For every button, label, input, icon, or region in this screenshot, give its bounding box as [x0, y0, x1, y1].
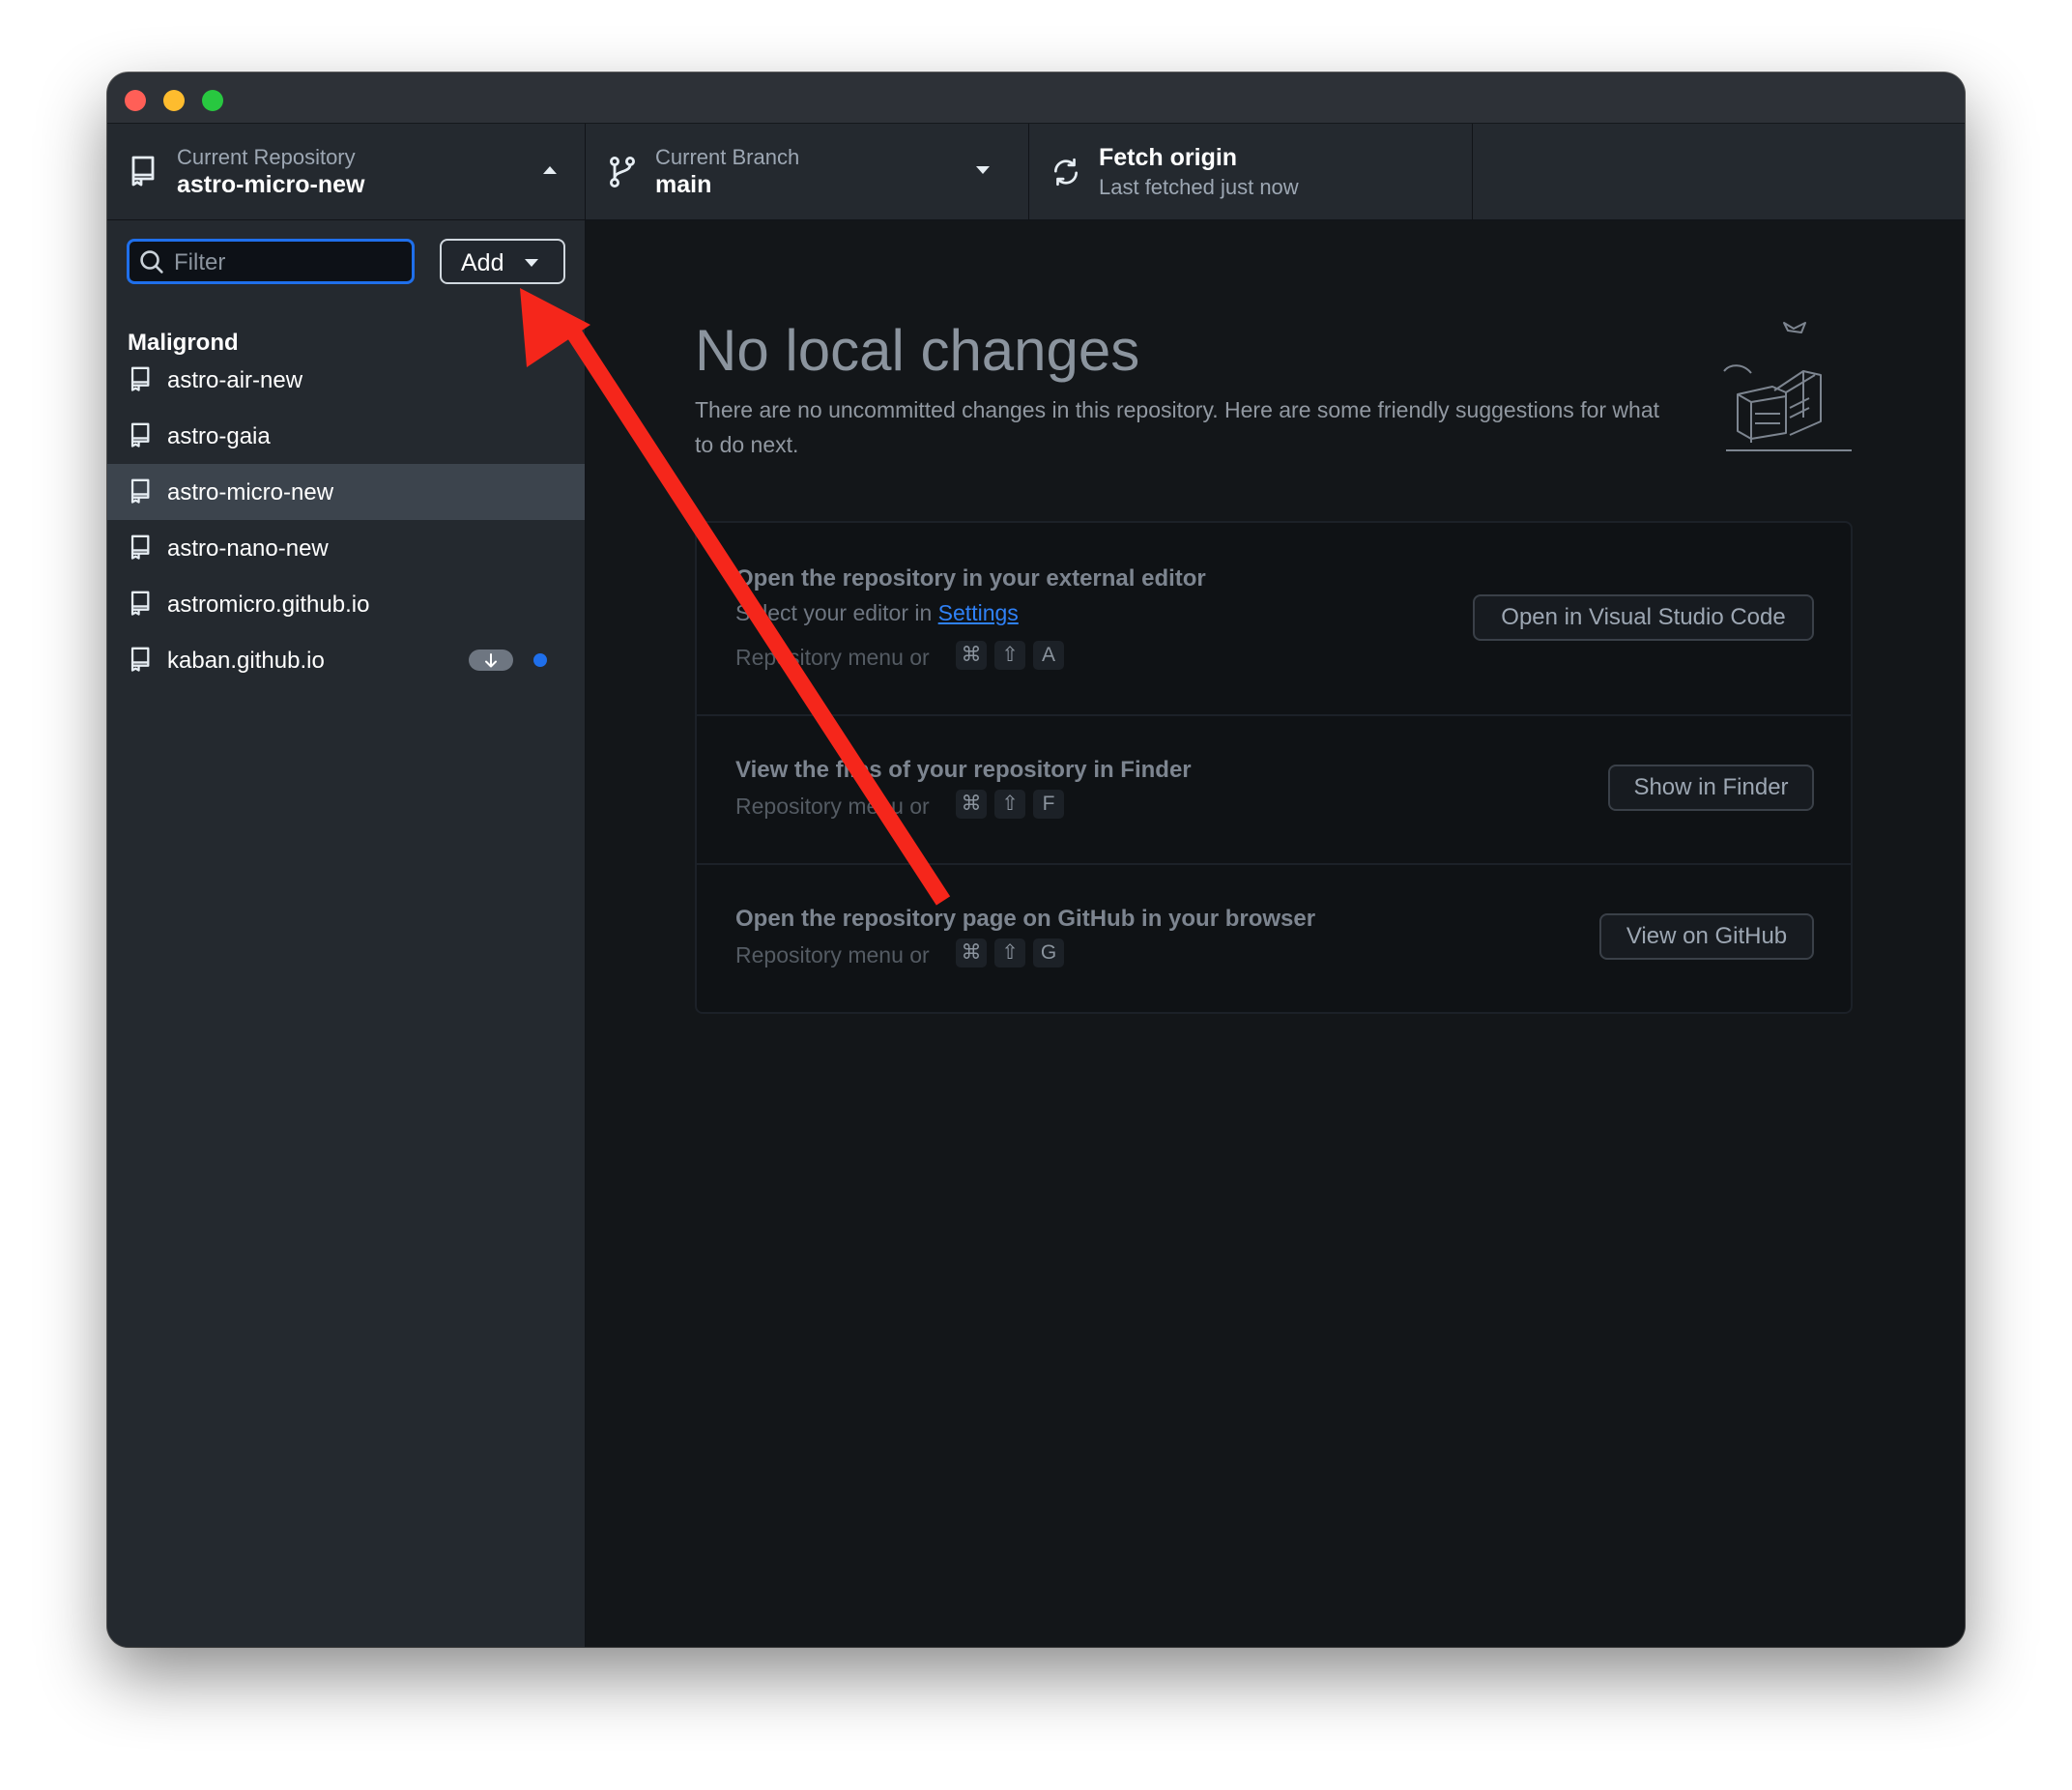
arrow-down-icon: [485, 653, 497, 668]
add-repository-button[interactable]: Add: [440, 239, 565, 284]
shift-key: ⇧: [994, 790, 1025, 819]
command-key: ⌘: [956, 790, 987, 819]
shift-key: ⇧: [994, 641, 1025, 670]
uncommitted-changes-dot: [533, 653, 547, 667]
suggestion-title: View the files of your repository in Fin…: [735, 757, 1192, 783]
sync-icon: [1054, 158, 1078, 187]
chevron-up-icon: [543, 166, 557, 174]
filter-box: [127, 239, 415, 284]
show-in-finder-button[interactable]: Show in Finder: [1608, 765, 1814, 811]
page-description: There are no uncommitted changes in this…: [695, 397, 1660, 457]
letter-key: A: [1033, 641, 1064, 670]
letter-key: F: [1033, 790, 1064, 819]
title-bar: [107, 72, 1965, 124]
suggestion-subtitle: Select your editor in Settings: [735, 600, 1019, 626]
settings-link[interactable]: Settings: [938, 600, 1019, 625]
repo-icon: [131, 156, 155, 187]
repository-list: astro-air-new astro-gaia astro-micro-new…: [107, 352, 585, 688]
repository-item[interactable]: astro-nano-new: [107, 520, 585, 576]
fetch-origin-label: Fetch origin: [1099, 144, 1238, 171]
shift-key: ⇧: [994, 938, 1025, 967]
suggestions-panel: Open the repository in your external edi…: [695, 521, 1853, 1014]
repo-icon: [130, 422, 150, 448]
add-button-label: Add: [461, 249, 504, 276]
last-fetched-status: Last fetched just now: [1099, 175, 1299, 199]
current-branch-label: Current Branch: [655, 145, 800, 169]
command-key: ⌘: [956, 938, 987, 967]
suggestion-title: Open the repository page on GitHub in yo…: [735, 906, 1316, 932]
chevron-down-icon: [976, 166, 990, 174]
fetch-origin-button[interactable]: Fetch origin Last fetched just now: [1029, 124, 1473, 219]
shortcut-hint: Repository menu or: [735, 794, 930, 819]
repo-icon: [130, 591, 150, 616]
repository-item[interactable]: kaban.github.io: [107, 632, 585, 688]
zoom-window-button[interactable]: [202, 90, 223, 111]
close-window-button[interactable]: [125, 90, 146, 111]
repository-name: astro-nano-new: [167, 535, 329, 562]
repository-name: kaban.github.io: [167, 648, 325, 674]
repo-icon: [130, 478, 150, 504]
suggestion-show-in-finder: View the files of your repository in Fin…: [697, 714, 1851, 865]
shortcut-hint: Repository menu or: [735, 942, 930, 967]
filter-input[interactable]: [172, 247, 408, 278]
repository-sidebar: Add Maligrond astro-air-new astro-gaia a…: [107, 220, 586, 1647]
suggestion-title: Open the repository in your external edi…: [735, 565, 1206, 592]
current-branch-name: main: [655, 171, 712, 198]
chevron-down-icon: [525, 259, 538, 267]
view-on-github-button[interactable]: View on GitHub: [1599, 913, 1814, 960]
repository-name: astromicro.github.io: [167, 592, 370, 618]
main-content: No local changes There are no uncommitte…: [586, 220, 1965, 1647]
suggestion-view-on-github: Open the repository page on GitHub in yo…: [697, 863, 1851, 1012]
minimize-window-button[interactable]: [163, 90, 185, 111]
letter-key: G: [1033, 938, 1064, 967]
repo-icon: [130, 647, 150, 672]
current-branch-dropdown[interactable]: Current Branch main: [586, 124, 1029, 219]
repo-icon: [130, 366, 150, 391]
boxes-illustration-icon: [1723, 322, 1852, 451]
suggestion-subtitle-text: Select your editor in: [735, 600, 938, 625]
repository-name: astro-micro-new: [167, 479, 334, 505]
current-repository-name: astro-micro-new: [177, 171, 365, 198]
open-in-vscode-button[interactable]: Open in Visual Studio Code: [1473, 594, 1814, 641]
repository-item[interactable]: astro-air-new: [107, 352, 585, 408]
repo-icon: [130, 534, 150, 560]
toolbar: Current Repository astro-micro-new Curre…: [107, 124, 1965, 220]
search-icon: [140, 250, 163, 274]
command-key: ⌘: [956, 641, 987, 670]
repository-item-selected[interactable]: astro-micro-new: [107, 464, 585, 520]
behind-badge: [469, 650, 513, 671]
current-repository-dropdown[interactable]: Current Repository astro-micro-new: [107, 124, 586, 219]
suggestion-open-editor: Open the repository in your external edi…: [697, 523, 1851, 716]
repository-item[interactable]: astro-gaia: [107, 408, 585, 464]
shortcut-hint: Repository menu or: [735, 645, 930, 670]
repository-name: astro-air-new: [167, 367, 303, 393]
app-window: Current Repository astro-micro-new Curre…: [107, 72, 1965, 1647]
repository-item[interactable]: astromicro.github.io: [107, 576, 585, 632]
page-title: No local changes: [695, 318, 1140, 383]
current-repository-label: Current Repository: [177, 145, 356, 169]
repository-name: astro-gaia: [167, 423, 271, 449]
branch-icon: [610, 157, 635, 188]
